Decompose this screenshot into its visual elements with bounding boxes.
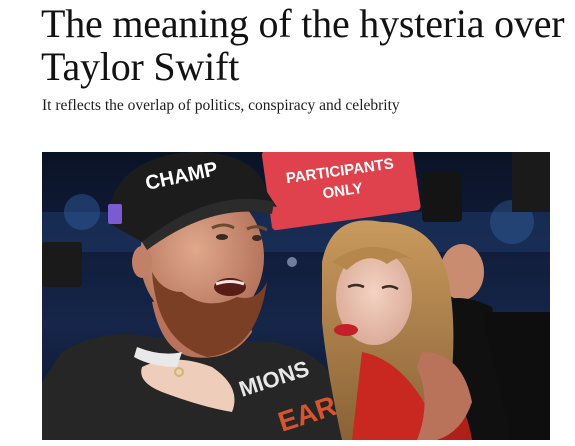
article-photo: PARTICIPANTS ONLY MIONS EAR CHAMP	[42, 152, 550, 440]
article-subheadline: It reflects the overlap of politics, con…	[42, 97, 400, 114]
article-headline: The meaning of the hysteria over Taylor …	[41, 1, 565, 89]
